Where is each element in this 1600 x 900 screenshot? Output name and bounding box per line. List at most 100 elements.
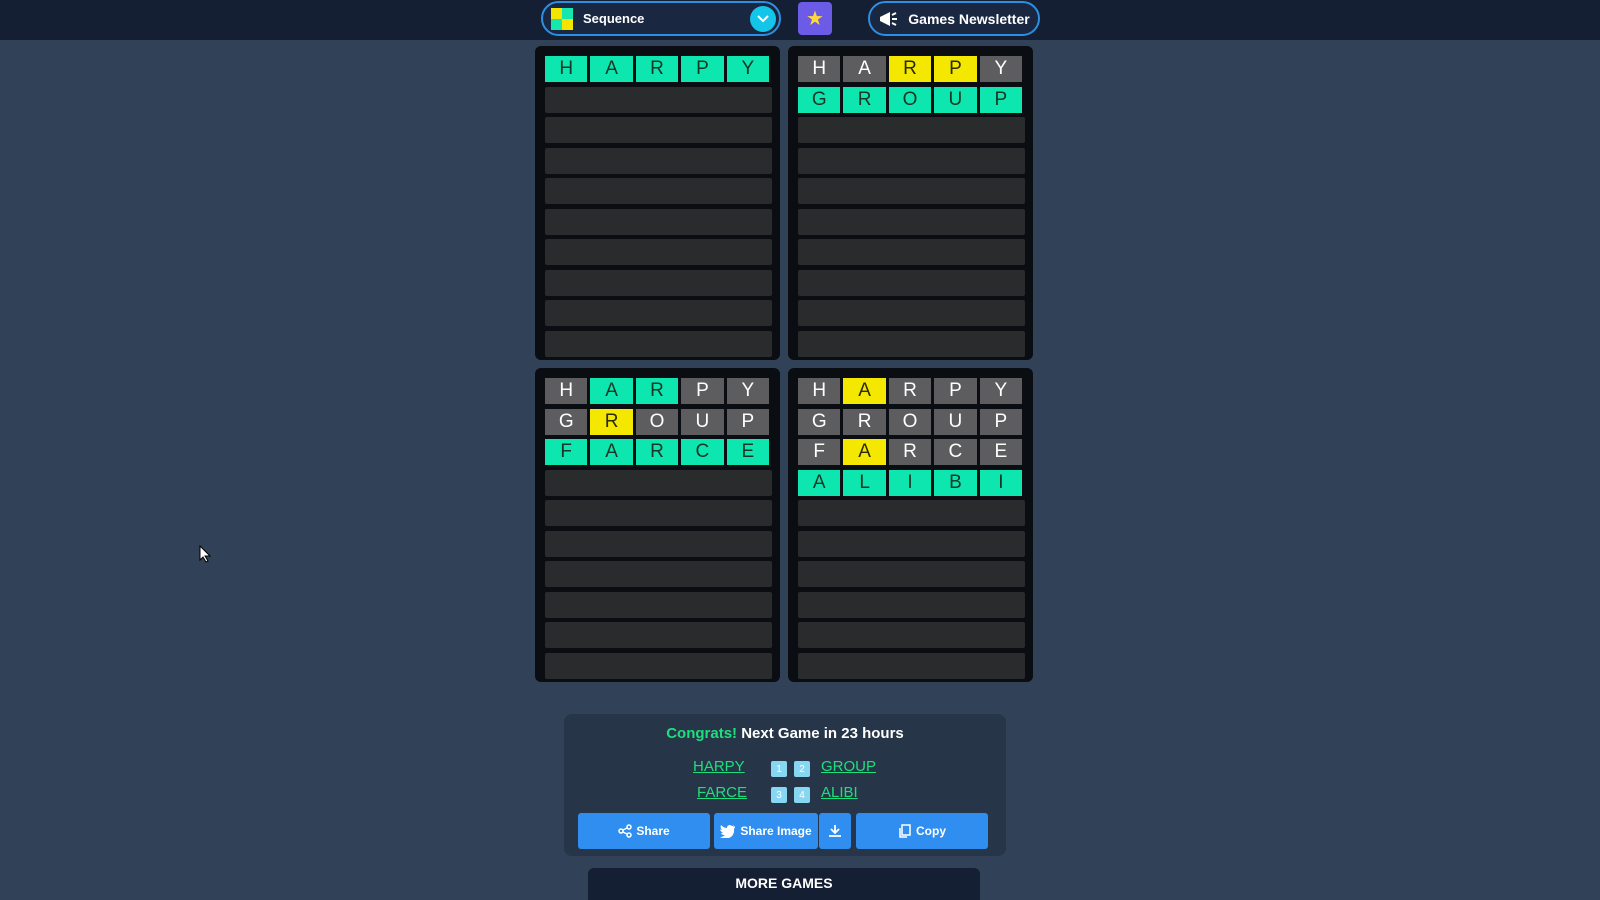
empty-guess-row (545, 115, 772, 145)
empty-row-slot (798, 239, 1025, 265)
empty-guess-row (545, 207, 772, 237)
letter-tile: R (843, 86, 886, 113)
letter-tile: H (545, 56, 588, 82)
download-icon (829, 825, 841, 837)
letter-tile: E (726, 439, 770, 465)
empty-row-slot (545, 622, 772, 648)
chevron-down-icon[interactable] (750, 5, 776, 32)
empty-guess-row (798, 146, 1025, 176)
empty-row-slot (545, 500, 772, 526)
empty-guess-row (798, 298, 1025, 328)
letter-tile: R (888, 378, 932, 404)
letter-tile: P (934, 378, 977, 404)
letter-tile: P (726, 408, 770, 435)
board-badge-4: 4 (794, 787, 810, 803)
guess-row: GROUP (545, 407, 772, 437)
letter-tile: H (798, 56, 841, 82)
empty-row-slot (545, 269, 772, 296)
empty-guess-row (798, 115, 1025, 145)
letter-tile: U (681, 408, 724, 435)
letter-tile: A (590, 439, 633, 465)
game-board-4: HARPYGROUPFARCEALIBI (788, 368, 1033, 682)
empty-row-slot (798, 622, 1025, 648)
letter-tile: P (681, 378, 724, 404)
empty-row-slot (545, 86, 772, 113)
empty-row-slot (545, 117, 772, 143)
game-board-3: HARPYGROUPFARCE (535, 368, 780, 682)
game-selector[interactable]: Sequence (541, 1, 781, 36)
letter-tile: G (545, 408, 588, 435)
letter-tile: R (590, 408, 633, 435)
share-image-button[interactable]: Share Image (714, 813, 818, 849)
letter-tile: I (979, 469, 1023, 496)
guess-row: GROUP (798, 407, 1025, 437)
letter-tile: A (843, 378, 886, 404)
empty-guess-row (545, 559, 772, 589)
download-button[interactable] (819, 813, 851, 849)
empty-row-slot (798, 500, 1025, 526)
empty-guess-row (798, 498, 1025, 528)
letter-tile: I (888, 469, 932, 496)
guess-row: HARPY (798, 54, 1025, 84)
empty-guess-row (798, 329, 1025, 359)
empty-guess-row (545, 620, 772, 650)
letter-tile: H (545, 378, 588, 404)
empty-row-slot (798, 117, 1025, 143)
twitter-icon (720, 824, 736, 838)
more-games-label: MORE GAMES (735, 875, 833, 891)
congrats-text: Congrats! (666, 725, 738, 742)
empty-row-slot (545, 300, 772, 326)
board-badge-1: 1 (771, 761, 787, 777)
letter-tile: O (635, 408, 679, 435)
empty-guess-row (798, 237, 1025, 267)
share-icon (618, 824, 633, 838)
empty-guess-row (798, 176, 1025, 206)
guess-row: HARPY (545, 54, 772, 84)
word-link-group[interactable]: GROUP (821, 758, 876, 775)
result-panel: Congrats! Next Game in 23 hours HARPY 1 … (564, 714, 1006, 856)
empty-row-slot (798, 652, 1025, 679)
games-newsletter-button[interactable]: Games Newsletter (868, 1, 1040, 36)
empty-guess-row (545, 468, 772, 498)
guess-row: HARPY (545, 376, 772, 406)
empty-row-slot (798, 561, 1025, 587)
empty-guess-row (545, 176, 772, 206)
share-image-label: Share Image (740, 824, 812, 838)
letter-tile: R (843, 408, 886, 435)
empty-guess-row (545, 237, 772, 267)
word-link-farce[interactable]: FARCE (697, 784, 747, 801)
letter-tile: G (798, 408, 841, 435)
empty-row-slot (545, 239, 772, 265)
top-bar: Sequence ★ Games Newsletter (0, 0, 1600, 40)
empty-row-slot (798, 147, 1025, 174)
letter-tile: F (798, 439, 841, 465)
word-link-alibi[interactable]: ALIBI (821, 784, 858, 801)
letter-tile: E (979, 439, 1023, 465)
letter-tile: P (979, 408, 1023, 435)
share-button[interactable]: Share (578, 813, 710, 849)
letter-tile: A (843, 439, 886, 465)
more-games-tab[interactable]: MORE GAMES (588, 868, 980, 900)
star-button[interactable]: ★ (798, 2, 832, 35)
empty-row-slot (545, 591, 772, 618)
empty-row-slot (545, 561, 772, 587)
empty-row-slot (798, 178, 1025, 204)
letter-tile: A (590, 56, 633, 82)
letter-tile: G (798, 86, 841, 113)
empty-guess-row (798, 207, 1025, 237)
letter-tile: A (590, 378, 633, 404)
empty-guess-row (545, 498, 772, 528)
guess-row: ALIBI (798, 468, 1025, 498)
empty-row-slot (798, 591, 1025, 618)
letter-tile: O (888, 86, 932, 113)
empty-guess-row (798, 559, 1025, 589)
word-link-harpy[interactable]: HARPY (693, 758, 745, 775)
letter-tile: U (934, 408, 977, 435)
empty-row-slot (798, 530, 1025, 557)
copy-button[interactable]: Copy (856, 813, 988, 849)
empty-row-slot (545, 147, 772, 174)
letter-tile: A (798, 469, 841, 496)
empty-guess-row (798, 651, 1025, 681)
board-badge-2: 2 (794, 761, 810, 777)
letter-tile: R (888, 439, 932, 465)
